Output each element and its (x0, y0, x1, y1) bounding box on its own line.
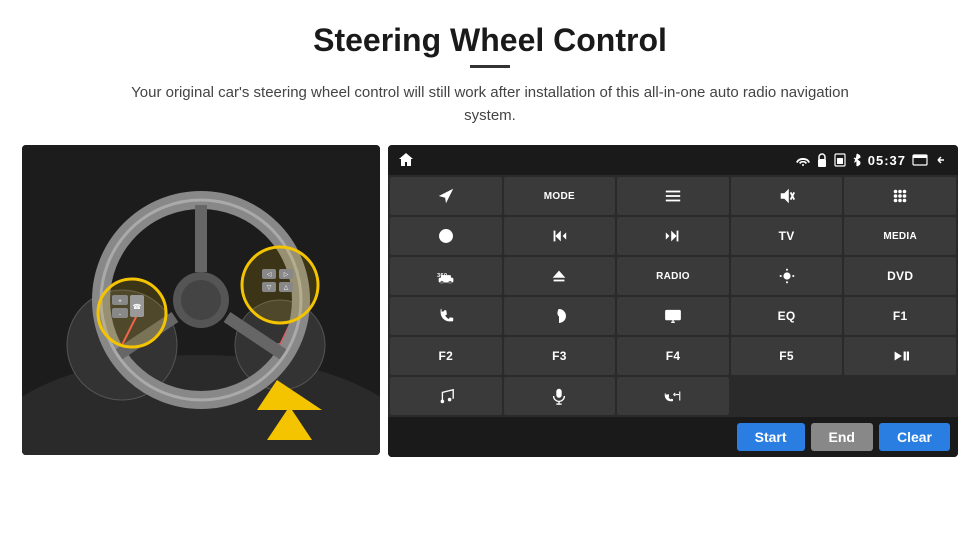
bottom-bar: Start End Clear (388, 417, 958, 457)
control-button-r4c1[interactable] (390, 297, 502, 335)
wifi-icon (796, 154, 810, 166)
status-left (398, 152, 414, 168)
control-panel: 05:37 MODE TVMEDIA 360 RADIO DVDEQF1 F2F3F4F5… (388, 145, 958, 457)
page-title: Steering Wheel Control (0, 0, 980, 65)
lock-icon (816, 153, 828, 167)
control-button-r5c2[interactable]: F3 (504, 337, 616, 375)
control-button-r2c4[interactable]: TV (731, 217, 843, 255)
control-button-r1c4[interactable] (731, 177, 843, 215)
back-icon (934, 153, 948, 167)
control-button-r6c5[interactable] (844, 377, 956, 415)
control-button-r3c2[interactable] (504, 257, 616, 295)
title-divider (470, 65, 510, 68)
sim-icon (834, 153, 846, 167)
control-button-r5c3[interactable]: F4 (617, 337, 729, 375)
control-button-r5c5[interactable] (844, 337, 956, 375)
start-button[interactable]: Start (737, 423, 805, 451)
status-bar: 05:37 (388, 145, 958, 175)
control-button-r2c1[interactable] (390, 217, 502, 255)
status-time: 05:37 (868, 153, 906, 168)
svg-text:▷: ▷ (284, 272, 289, 278)
window-icon (912, 154, 928, 166)
home-icon (398, 152, 414, 168)
control-button-r6c1[interactable] (390, 377, 502, 415)
bluetooth-icon (852, 153, 862, 167)
control-button-r3c5[interactable]: DVD (844, 257, 956, 295)
svg-text:☎: ☎ (133, 303, 142, 311)
control-button-r5c4[interactable]: F5 (731, 337, 843, 375)
content-area: km/h RPM + - ☎ (0, 145, 980, 457)
control-button-r1c1[interactable] (390, 177, 502, 215)
control-button-r3c1[interactable]: 360 (390, 257, 502, 295)
button-grid: MODE TVMEDIA 360 RADIO DVDEQF1 F2F3F4F5 (388, 175, 958, 417)
control-button-r4c3[interactable] (617, 297, 729, 335)
control-button-r2c2[interactable] (504, 217, 616, 255)
control-button-r2c5[interactable]: MEDIA (844, 217, 956, 255)
steering-wheel-image: km/h RPM + - ☎ (22, 145, 380, 455)
control-button-r6c4[interactable] (731, 377, 843, 415)
clear-button[interactable]: Clear (879, 423, 950, 451)
control-button-r3c4[interactable] (731, 257, 843, 295)
svg-text:▽: ▽ (267, 285, 272, 291)
control-button-r1c3[interactable] (617, 177, 729, 215)
control-button-r5c1[interactable]: F2 (390, 337, 502, 375)
control-button-r6c2[interactable] (504, 377, 616, 415)
svg-text:+: + (118, 299, 122, 305)
svg-text:◁: ◁ (267, 272, 272, 278)
control-button-r3c3[interactable]: RADIO (617, 257, 729, 295)
svg-text:-: - (119, 312, 121, 318)
control-button-r4c2[interactable] (504, 297, 616, 335)
svg-text:△: △ (284, 285, 289, 291)
control-button-r1c5[interactable] (844, 177, 956, 215)
control-button-r4c4[interactable]: EQ (731, 297, 843, 335)
end-button[interactable]: End (811, 423, 873, 451)
control-button-r4c5[interactable]: F1 (844, 297, 956, 335)
status-right: 05:37 (796, 153, 948, 168)
control-button-r2c3[interactable] (617, 217, 729, 255)
subtitle: Your original car's steering wheel contr… (130, 82, 850, 127)
control-button-r6c3[interactable] (617, 377, 729, 415)
control-button-r1c2[interactable]: MODE (504, 177, 616, 215)
